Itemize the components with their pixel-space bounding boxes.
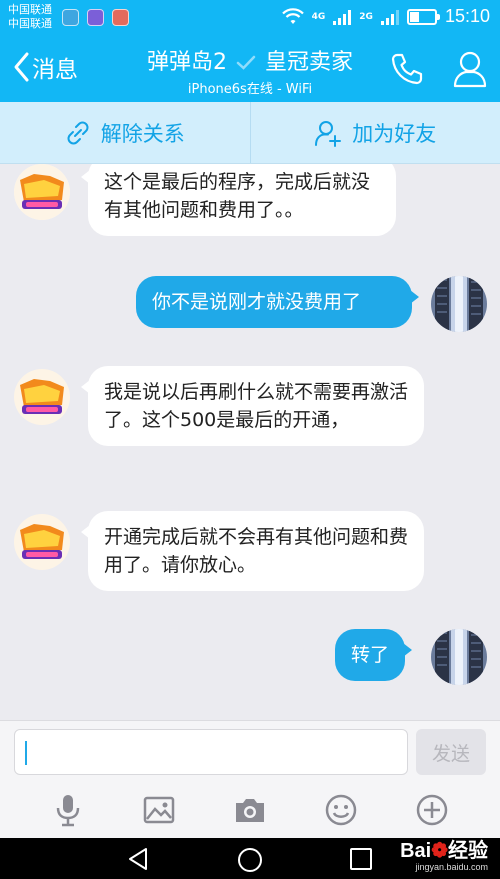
triangle-back-icon bbox=[129, 848, 147, 870]
message-text: 你不是说刚才就没费用了 bbox=[152, 291, 362, 313]
more-button[interactable] bbox=[412, 790, 452, 830]
system-navigation-bar: Bai❁经验 jingyan.baidu.com bbox=[0, 838, 500, 879]
contact-name: 弹弹岛2 bbox=[146, 50, 227, 75]
circle-home-icon bbox=[238, 848, 262, 872]
add-friend-button[interactable]: 加为好友 bbox=[251, 102, 500, 163]
title-bar: 消息 弹弹岛2 皇冠卖家 iPhone6s在线 - WiFi bbox=[0, 36, 500, 102]
carrier-2: 中国联通 bbox=[8, 17, 52, 30]
nav-recents-button[interactable] bbox=[348, 846, 374, 876]
clock: 15:10 bbox=[444, 6, 490, 26]
message-text: 我是说以后再刷什么就不需要再激活了。这个500是最后的开通， bbox=[104, 381, 409, 431]
message-bubble-incoming[interactable]: 开通完成后就不会再有其他问题和费用了。请你放心。 bbox=[81, 511, 424, 591]
verified-check-icon bbox=[236, 55, 256, 70]
message-bubble-outgoing[interactable]: 转了 bbox=[335, 629, 413, 681]
text-caret bbox=[25, 741, 27, 765]
image-button[interactable] bbox=[139, 790, 179, 830]
message-list[interactable]: 这个是最后的程序，完成后就没有其他问题和费用了。。 你不是说刚才就没费用了 我是… bbox=[0, 164, 500, 720]
carrier-1: 中国联通 bbox=[8, 3, 52, 16]
watermark-brand-suffix: 经验 bbox=[448, 840, 488, 862]
message-text: 这个是最后的程序，完成后就没有其他问题和费用了。。 bbox=[104, 171, 371, 221]
status-bar: 中国联通 中国联通 4G 2G 15:10 bbox=[0, 0, 500, 36]
add-friend-label: 加为好友 bbox=[352, 121, 437, 146]
message-input[interactable] bbox=[14, 729, 408, 775]
chevron-left-icon bbox=[14, 52, 29, 82]
my-avatar[interactable] bbox=[431, 629, 487, 685]
watermark-brand: Bai bbox=[400, 840, 432, 862]
phone-icon bbox=[391, 53, 423, 85]
status-indicators: 4G 2G 15:10 bbox=[281, 6, 490, 27]
baidu-jingyan-watermark: Bai❁经验 jingyan.baidu.com bbox=[400, 840, 488, 872]
contact-avatar[interactable] bbox=[14, 514, 70, 570]
app-notification-icon bbox=[112, 9, 129, 26]
paw-icon: ❁ bbox=[431, 840, 448, 862]
network-type-2: 2G bbox=[359, 11, 373, 22]
unbind-label: 解除关系 bbox=[100, 121, 185, 146]
user-icon bbox=[453, 51, 487, 88]
back-button[interactable]: 消息 bbox=[12, 50, 78, 84]
add-user-icon bbox=[315, 120, 342, 147]
microphone-icon bbox=[56, 795, 79, 827]
contact-tag: 皇冠卖家 bbox=[264, 50, 353, 75]
send-button[interactable]: 发送 bbox=[416, 729, 486, 775]
voice-button[interactable] bbox=[48, 790, 88, 830]
carrier-info: 中国联通 中国联通 bbox=[8, 3, 52, 31]
emoji-icon bbox=[325, 794, 357, 826]
message-bubble-incoming[interactable]: 这个是最后的程序，完成后就没有其他问题和费用了。。 bbox=[81, 164, 396, 236]
camera-icon bbox=[235, 799, 264, 822]
camera-button[interactable] bbox=[230, 790, 270, 830]
message-text: 开通完成后就不会再有其他问题和费用了。请你放心。 bbox=[104, 526, 409, 576]
wifi-icon bbox=[281, 7, 304, 24]
square-recents-icon bbox=[350, 848, 372, 870]
composer: 发送 bbox=[0, 720, 500, 782]
network-type-1: 4G bbox=[311, 11, 326, 22]
weather-app-icon bbox=[62, 9, 79, 26]
notification-icons bbox=[62, 9, 129, 26]
contact-avatar[interactable] bbox=[14, 164, 70, 220]
unlink-icon bbox=[67, 121, 89, 144]
emoji-button[interactable] bbox=[321, 790, 361, 830]
composer-toolbar bbox=[0, 782, 500, 838]
signal-icon-2 bbox=[380, 9, 399, 25]
message-bubble-incoming[interactable]: 我是说以后再刷什么就不需要再激活了。这个500是最后的开通， bbox=[81, 366, 424, 446]
call-button[interactable] bbox=[388, 50, 426, 92]
profile-button[interactable] bbox=[452, 49, 488, 93]
battery-icon bbox=[406, 8, 440, 25]
nav-home-button[interactable] bbox=[236, 846, 264, 878]
unbind-button[interactable]: 解除关系 bbox=[0, 102, 250, 163]
relationship-action-bar: 解除关系 加为好友 bbox=[0, 102, 500, 164]
chat-title: 弹弹岛2 皇冠卖家 iPhone6s在线 - WiFi bbox=[120, 44, 380, 97]
message-text: 转了 bbox=[351, 644, 390, 666]
signal-icon bbox=[333, 9, 352, 25]
back-label: 消息 bbox=[32, 57, 78, 83]
nav-back-button[interactable] bbox=[126, 846, 150, 876]
gallery-app-icon bbox=[87, 9, 104, 26]
contact-avatar[interactable] bbox=[14, 369, 70, 425]
online-status: iPhone6s在线 - WiFi bbox=[187, 82, 313, 97]
message-bubble-outgoing[interactable]: 你不是说刚才就没费用了 bbox=[136, 276, 419, 328]
image-icon bbox=[143, 796, 175, 824]
watermark-url: jingyan.baidu.com bbox=[415, 862, 488, 872]
plus-icon bbox=[417, 794, 448, 826]
my-avatar[interactable] bbox=[431, 276, 487, 332]
